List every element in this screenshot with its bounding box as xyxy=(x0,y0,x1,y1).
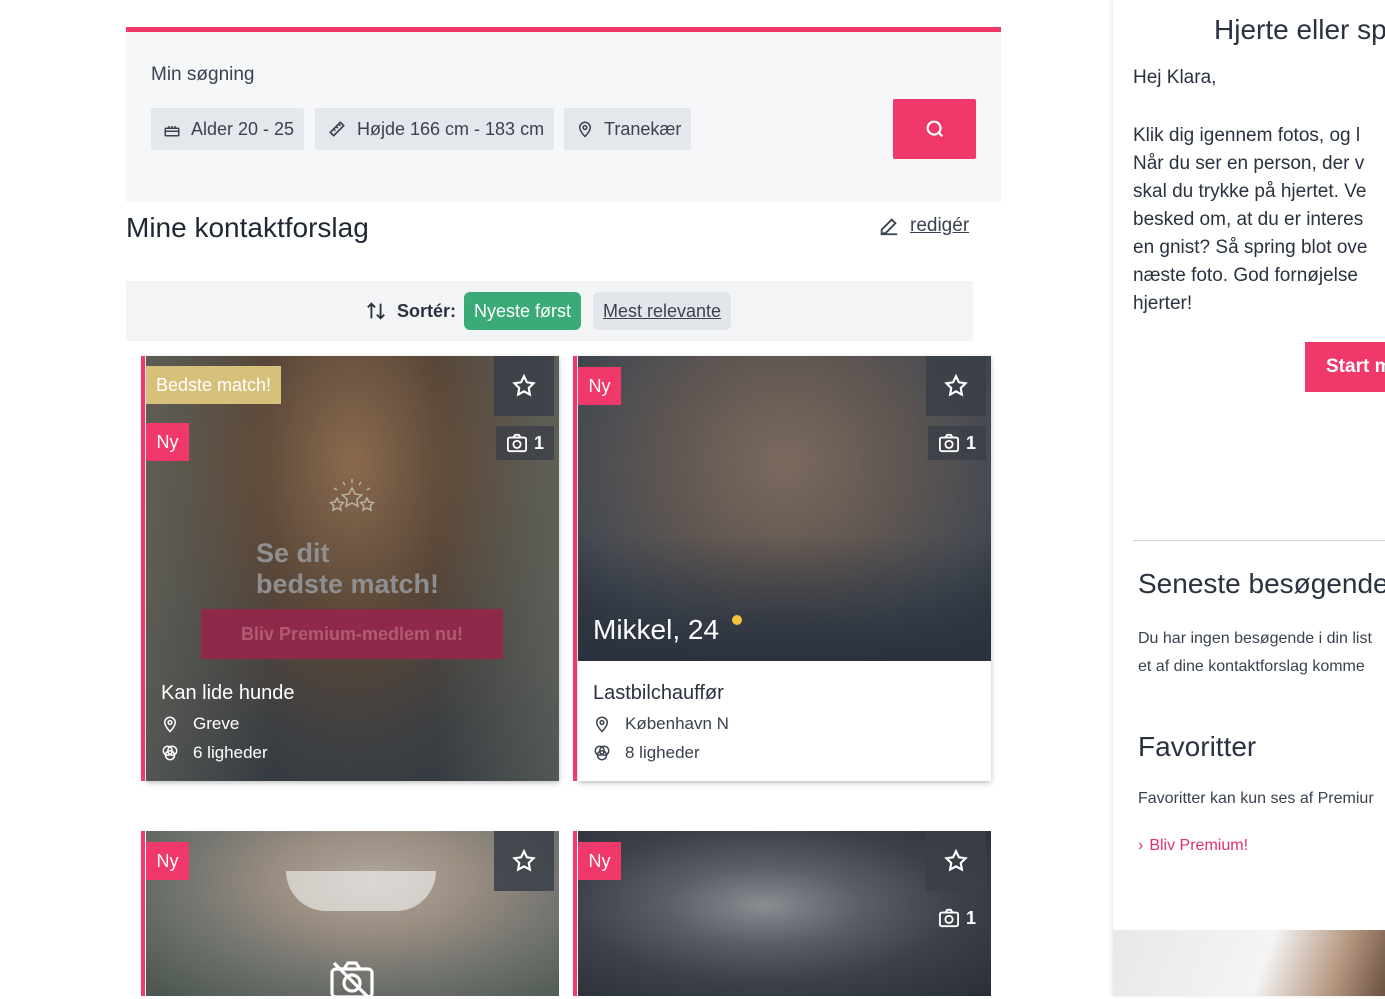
star-icon xyxy=(512,373,536,397)
favorite-button[interactable] xyxy=(926,356,986,416)
age-filter-chip[interactable]: Alder 20 - 25 xyxy=(151,108,305,150)
sidebar-ad-image xyxy=(1113,930,1385,996)
sidebar: Hjerte eller sp Hej Klara, Klik dig igen… xyxy=(1113,0,1385,996)
location-filter-chip[interactable]: Tranekær xyxy=(564,108,692,150)
premium-link-label: Bliv Premium! xyxy=(1149,837,1249,854)
no-photo-icon xyxy=(330,961,374,999)
camera-icon xyxy=(938,433,959,453)
edit-link[interactable]: redigér xyxy=(878,215,969,237)
favorite-button[interactable] xyxy=(494,831,554,891)
venn-icon xyxy=(162,745,178,761)
stars-sparkle-icon xyxy=(328,479,376,512)
sort-icon xyxy=(367,302,385,320)
new-badge: Ny xyxy=(146,423,189,461)
page-title: Mine kontaktforslag xyxy=(126,212,369,243)
similarities-label: 6 ligheder xyxy=(193,743,268,762)
location-label: Greve xyxy=(193,714,240,733)
edit-label: redigér xyxy=(910,215,970,236)
search-button[interactable] xyxy=(893,99,976,159)
photo-count: 1 xyxy=(928,426,986,460)
star-icon xyxy=(944,848,968,872)
location-label: København N xyxy=(625,714,729,733)
favorite-button[interactable] xyxy=(926,831,986,891)
profile-name-age: Mikkel, 24 xyxy=(593,614,720,645)
location-row: Greve xyxy=(161,714,239,734)
favorite-button[interactable] xyxy=(494,356,554,416)
location-filter-label: Tranekær xyxy=(604,118,682,139)
camera-icon xyxy=(938,908,959,928)
premium-upsell-button[interactable]: Bliv Premium-medlem nu! xyxy=(201,609,503,659)
search-icon xyxy=(926,120,943,138)
start-button[interactable]: Start m xyxy=(1305,342,1385,392)
height-filter-chip[interactable]: Højde 166 cm - 183 cm xyxy=(315,108,555,150)
venn-icon xyxy=(594,745,610,761)
location-row: København N xyxy=(593,714,729,734)
new-badge: Ny xyxy=(578,367,621,405)
online-indicator xyxy=(732,615,742,625)
cake-icon xyxy=(164,126,180,137)
best-match-badge: Bedste match! xyxy=(146,366,282,404)
promo-body: Klik dig igennem fotos, og l Når du ser … xyxy=(1133,125,1368,314)
sort-label: Sortér: xyxy=(397,301,457,321)
premium-link[interactable]: › Bliv Premium! xyxy=(1138,837,1248,855)
similarities-label: 8 ligheder xyxy=(625,743,700,762)
profile-headline: Kan lide hunde xyxy=(161,682,295,704)
location-pin-icon xyxy=(595,716,609,733)
pencil-icon xyxy=(880,218,898,236)
ruler-icon xyxy=(329,121,345,137)
new-badge: Ny xyxy=(578,842,621,880)
similarities-row: 6 ligheder xyxy=(161,743,268,763)
location-pin-icon xyxy=(578,121,592,138)
age-filter-label: Alder 20 - 25 xyxy=(191,118,295,139)
card-accent xyxy=(573,356,577,781)
search-title: Min søgning xyxy=(151,64,255,85)
sort-relevant-button[interactable]: Mest relevante xyxy=(593,292,732,330)
promo-greeting: Hej Klara, xyxy=(1133,67,1217,88)
location-pin-icon xyxy=(163,716,177,733)
card-accent xyxy=(141,831,145,996)
height-filter-label: Højde 166 cm - 183 cm xyxy=(357,118,545,139)
visitors-text: Du har ingen besøgende i din list et af … xyxy=(1138,630,1372,675)
profile-headline: Lastbilchauffør xyxy=(593,682,724,704)
photo-count: 1 xyxy=(496,426,554,460)
card-accent xyxy=(573,831,577,996)
profile-card[interactable]: Ny xyxy=(141,831,559,999)
new-badge: Ny xyxy=(146,842,189,880)
camera-icon xyxy=(506,433,527,453)
favorites-title: Favoritter xyxy=(1138,731,1257,762)
star-icon xyxy=(512,848,536,872)
profile-card[interactable]: Bedste match! Ny 1 Se dit bedste match! … xyxy=(141,356,559,781)
photo-count: 1 xyxy=(928,901,986,935)
sort-bar: Sortér: Nyeste først Mest relevante xyxy=(126,281,973,341)
star-icon xyxy=(944,373,968,397)
card-accent xyxy=(141,356,145,781)
favorites-text: Favoritter kan kun ses af Premiur xyxy=(1138,790,1374,807)
visitors-title: Seneste besøgende xyxy=(1138,568,1385,599)
sidebar-divider xyxy=(1133,540,1385,541)
profile-card[interactable]: Ny 1 xyxy=(573,831,991,996)
overlay-title: Se dit bedste match! xyxy=(256,538,440,599)
search-panel: Min søgning Alder 20 - 25 Højde 166 cm -… xyxy=(126,27,1001,202)
similarities-row: 8 ligheder xyxy=(593,743,700,763)
chevron-right-icon: › xyxy=(1138,837,1144,854)
sort-newest-button[interactable]: Nyeste først xyxy=(464,292,582,330)
promo-title: Hjerte eller sp xyxy=(1214,14,1385,45)
profile-card[interactable]: Ny 1 Mikkel, 24 Lastbilchauffør Københav… xyxy=(573,356,991,781)
